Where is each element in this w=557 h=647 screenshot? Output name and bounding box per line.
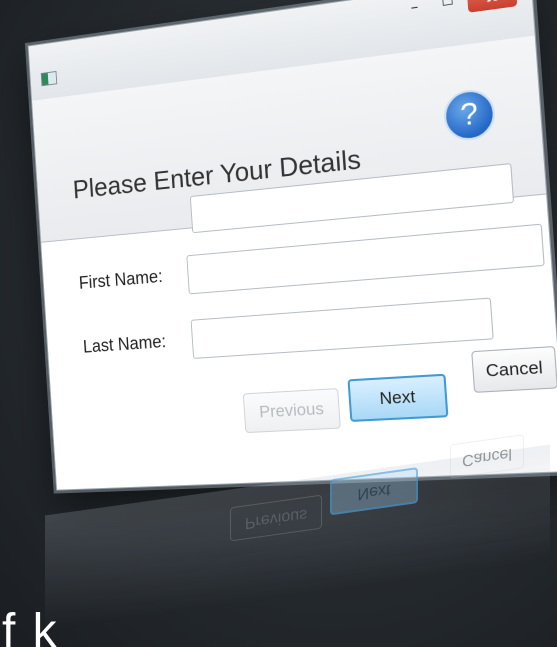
last-name-field[interactable] — [190, 297, 494, 359]
maximize-button[interactable]: ☐ — [433, 0, 462, 17]
last-name-label: Last Name: — [82, 331, 167, 357]
cancel-button[interactable]: Cancel — [471, 345, 557, 393]
app-icon — [40, 70, 58, 87]
stage: – ☐ x Please Enter Your Details ? First … — [0, 0, 557, 647]
first-name-field[interactable] — [186, 223, 545, 295]
next-button[interactable]: Next — [347, 373, 449, 422]
dialog-window-wrapper: – ☐ x Please Enter Your Details ? First … — [27, 0, 557, 491]
bottom-caption: f k — [2, 605, 59, 647]
help-icon[interactable]: ? — [442, 87, 497, 143]
close-button[interactable]: x — [466, 0, 518, 13]
first-name-label: First Name: — [78, 266, 164, 293]
next-button-reflection: Next — [330, 467, 418, 516]
dialog-window: – ☐ x Please Enter Your Details ? First … — [27, 0, 557, 491]
previous-button[interactable]: Previous — [242, 388, 341, 434]
previous-button-reflection: Previous — [230, 494, 322, 542]
minimize-button[interactable]: – — [400, 0, 429, 22]
